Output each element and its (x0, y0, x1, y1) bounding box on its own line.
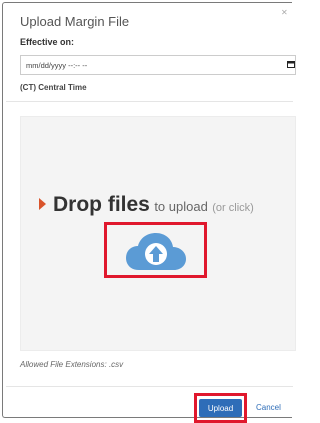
upload-button[interactable]: Upload (199, 399, 242, 417)
dropzone-hint-text: (or click) (212, 202, 254, 214)
cloud-upload-icon[interactable] (125, 232, 187, 272)
footer-divider (6, 386, 293, 387)
file-dropzone[interactable]: Drop files to upload (or click) (20, 116, 296, 351)
timezone-label: (CT) Central Time (20, 83, 87, 92)
allowed-extensions: Allowed File Extensions: .csv (20, 360, 123, 369)
effective-on-label: Effective on: (20, 37, 75, 47)
cancel-button[interactable]: Cancel (256, 403, 281, 412)
date-placeholder: mm/dd/yyyy --:-- -- (26, 61, 88, 70)
cloud-upload-highlight (104, 222, 207, 278)
allowed-extensions-label: Allowed File Extensions: (20, 360, 107, 369)
close-icon[interactable]: ✕ (281, 8, 288, 17)
dropzone-main-text: Drop files (53, 193, 150, 216)
effective-date-input[interactable]: mm/dd/yyyy --:-- -- (20, 55, 296, 75)
upload-button-highlight: Upload (194, 393, 247, 423)
dropzone-message: Drop files to upload (or click) (53, 193, 254, 217)
upload-margin-dialog: ✕ Upload Margin File Effective on: mm/dd… (2, 2, 296, 418)
allowed-extensions-value: .csv (108, 360, 124, 369)
calendar-icon[interactable] (287, 61, 295, 68)
caret-right-icon (39, 198, 46, 210)
dialog-title: Upload Margin File (20, 14, 130, 29)
divider (6, 101, 293, 102)
dropzone-sub-text: to upload (154, 199, 208, 214)
